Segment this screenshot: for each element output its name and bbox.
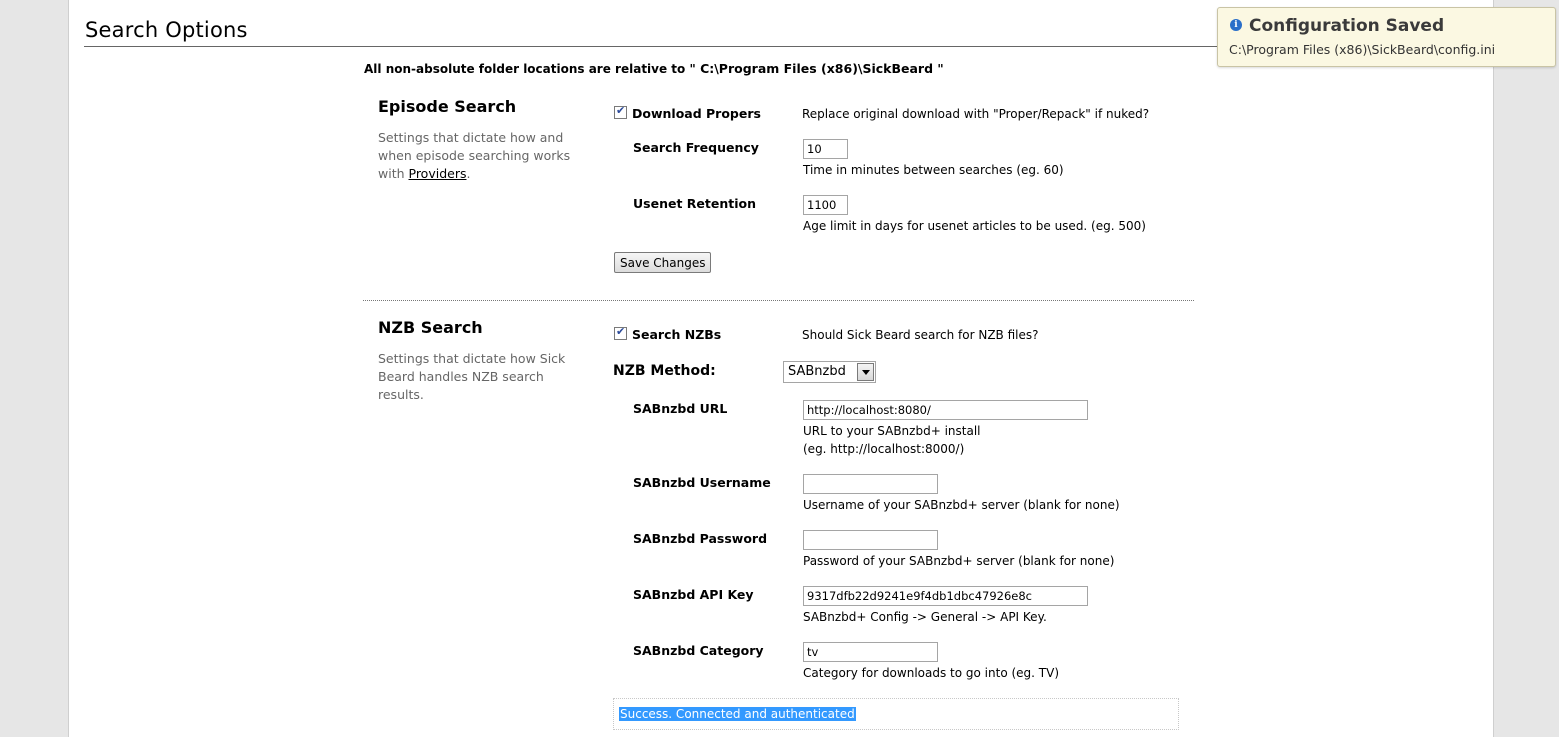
section-divider	[363, 300, 1194, 301]
root-note-prefix: All non-absolute folder locations are re…	[364, 62, 696, 76]
sab-username-help: Username of your SABnzbd+ server (blank …	[803, 498, 1120, 512]
page-title: Search Options	[85, 18, 248, 42]
content-panel: Search Options All non-absolute folder l…	[68, 0, 1494, 737]
sab-url-help: URL to your SABnzbd+ install	[803, 424, 981, 438]
episode-search-description: Settings that dictate how and when episo…	[378, 129, 578, 183]
dropdown-arrow-icon[interactable]	[857, 363, 874, 381]
nzb-search-title: NZB Search	[378, 318, 483, 337]
root-path: C:\Program Files (x86)\SickBeard	[695, 61, 938, 76]
search-frequency-label: Search Frequency	[633, 140, 759, 155]
sab-category-label: SABnzbd Category	[633, 643, 764, 658]
nzb-search-description: Settings that dictate how Sick Beard han…	[378, 351, 566, 402]
sab-url-input[interactable]	[803, 400, 1088, 420]
checkmark-icon: ✔	[616, 104, 626, 117]
search-nzbs-label: Search NZBs	[632, 327, 722, 342]
nzb-method-value: SABnzbd	[788, 364, 846, 379]
configuration-saved-toast[interactable]: i Configuration Saved C:\Program Files (…	[1217, 7, 1556, 67]
sab-password-label: SABnzbd Password	[633, 531, 768, 546]
sab-password-help: Password of your SABnzbd+ server (blank …	[803, 554, 1115, 568]
sab-url-example: (eg. http://localhost:8000/)	[803, 442, 965, 456]
save-changes-button[interactable]: Save Changes	[614, 252, 712, 273]
download-propers-help: Replace original download with "Proper/R…	[802, 107, 1150, 121]
download-propers-checkbox[interactable]: ✔	[614, 104, 627, 119]
sab-category-input[interactable]	[803, 642, 938, 662]
usenet-retention-help: Age limit in days for usenet articles to…	[803, 219, 1146, 233]
search-nzbs-checkbox[interactable]: ✔	[614, 325, 627, 340]
search-frequency-input[interactable]	[803, 139, 848, 159]
toast-title: Configuration Saved	[1249, 16, 1445, 36]
download-propers-label: Download Propers	[632, 106, 761, 121]
root-note-suffix: "	[937, 62, 944, 76]
test-result-message: Success. Connected and authenticated	[619, 707, 856, 721]
usenet-retention-label: Usenet Retention	[633, 196, 756, 211]
sab-password-input[interactable]	[803, 530, 938, 550]
episode-search-desc-text: Settings that dictate how and when episo…	[378, 130, 571, 181]
root-folder-note: All non-absolute folder locations are re…	[364, 61, 944, 76]
sab-category-help: Category for downloads to go into (eg. T…	[803, 666, 1060, 680]
search-nzbs-help: Should Sick Beard search for NZB files?	[802, 328, 1039, 342]
sab-username-input[interactable]	[803, 474, 938, 494]
sab-url-label: SABnzbd URL	[633, 401, 728, 416]
sab-username-label: SABnzbd Username	[633, 475, 771, 490]
info-icon: i	[1230, 19, 1242, 31]
episode-search-desc-end: .	[466, 166, 471, 181]
usenet-retention-input[interactable]	[803, 195, 848, 215]
sab-apikey-label: SABnzbd API Key	[633, 587, 754, 602]
nzb-method-select[interactable]: SABnzbd	[783, 361, 876, 383]
search-frequency-help: Time in minutes between searches (eg. 60…	[803, 163, 1064, 177]
toast-body: C:\Program Files (x86)\SickBeard\config.…	[1229, 42, 1496, 57]
providers-link[interactable]: Providers	[409, 166, 467, 181]
episode-search-title: Episode Search	[378, 97, 517, 116]
nzb-method-label: NZB Method:	[613, 363, 716, 379]
sab-apikey-help: SABnzbd+ Config -> General -> API Key.	[803, 610, 1047, 624]
test-result-box: Success. Connected and authenticated	[613, 698, 1179, 730]
checkmark-icon: ✔	[616, 325, 626, 338]
sab-apikey-input[interactable]	[803, 586, 1088, 606]
window-gutter	[1494, 0, 1559, 737]
